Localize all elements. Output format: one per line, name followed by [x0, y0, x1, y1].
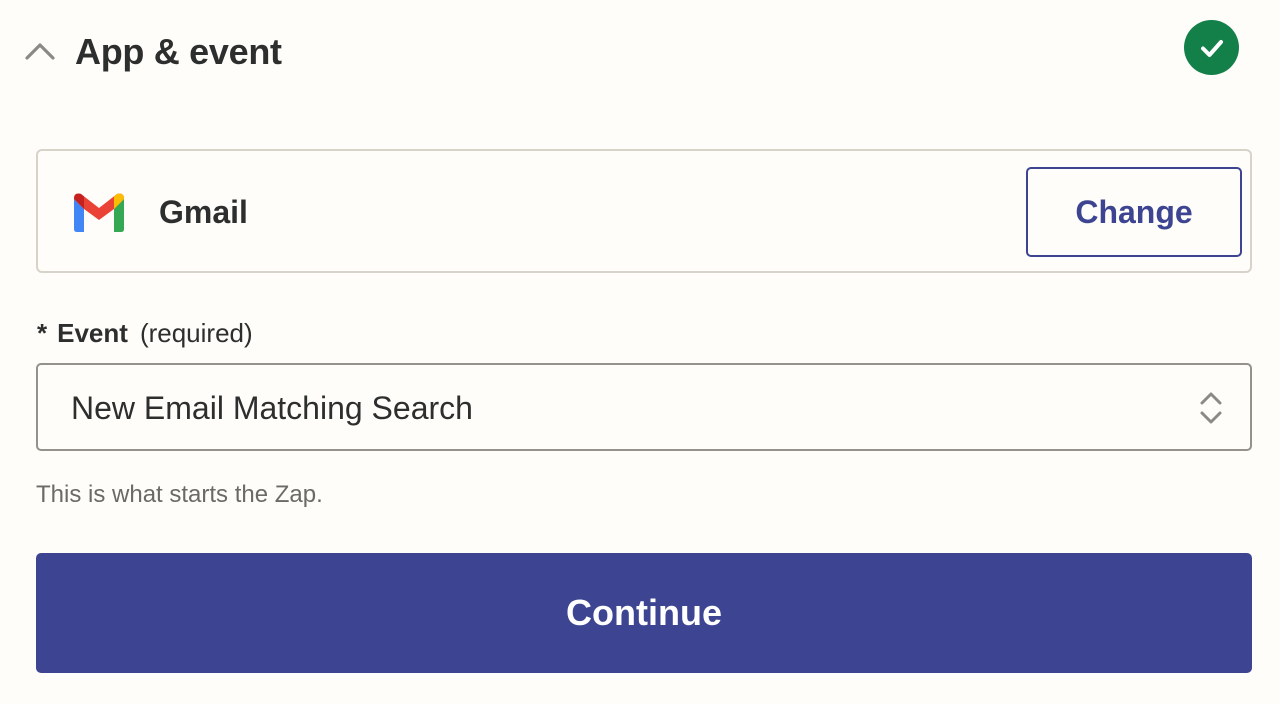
event-selected-value: New Email Matching Search	[71, 390, 473, 426]
change-app-button[interactable]: Change	[1026, 167, 1242, 257]
check-icon	[1200, 39, 1223, 57]
section-title: App & event	[75, 31, 282, 72]
chevron-up-down-icon	[1200, 392, 1222, 424]
event-label-text: Event	[57, 318, 128, 348]
event-field-label: * Event (required)	[37, 316, 253, 350]
required-hint: (required)	[139, 318, 253, 348]
app-card: Gmail Change	[36, 149, 1252, 273]
status-badge	[1184, 20, 1239, 75]
section-header: App & event	[0, 0, 1280, 104]
chevron-up-icon	[25, 43, 55, 60]
event-helper-text: This is what starts the Zap.	[36, 481, 323, 508]
gmail-logo-icon	[74, 193, 124, 232]
app-name: Gmail	[159, 194, 248, 230]
event-select[interactable]: New Email Matching Search	[36, 363, 1252, 451]
required-marker: *	[37, 318, 48, 348]
continue-button[interactable]: Continue	[36, 553, 1252, 673]
collapse-section-button[interactable]	[22, 34, 58, 70]
